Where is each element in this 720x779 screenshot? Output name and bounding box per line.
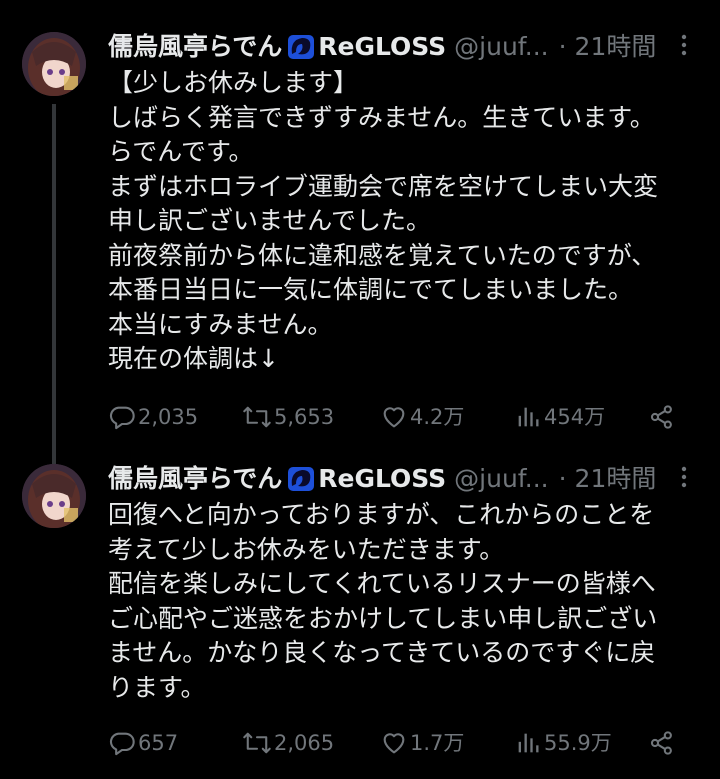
tweet-1[interactable]: 儒烏風亭らでん ReGLOSS @juuf... · 21時間 【少しお休みします】 … [0, 24, 720, 464]
views-button[interactable]: 55.9万 [514, 722, 612, 762]
share-button[interactable] [648, 722, 678, 762]
share-icon [650, 405, 672, 429]
tweet-text-line: 本番日当日に一気に体調にでてしまいました。 [108, 275, 634, 304]
retweet-count: 5,653 [274, 405, 335, 429]
like-button[interactable]: 1.7万 [380, 722, 464, 762]
retweet-button[interactable]: 2,065 [242, 722, 334, 762]
tweet-text-line: 本当にすみません。 [108, 309, 333, 339]
tweet-text-line: 回復へと向かっておりますが、これからのことを [108, 500, 655, 529]
tweet-text-line: まずはホロライブ運動会で席を空けてしまい大変 [108, 171, 659, 201]
like-button[interactable]: 4.2万 [380, 396, 464, 436]
heart-icon [383, 407, 405, 428]
affiliate-badge-icon[interactable] [284, 32, 316, 62]
views-button[interactable]: 454万 [514, 396, 605, 436]
retweet-button[interactable]: 5,653 [242, 396, 334, 436]
reply-button[interactable]: 2,035 [108, 396, 198, 436]
tweet-text: 【少しお休みします】 しばらく発言できずすみません。生きています。 らでんです。… [108, 66, 708, 377]
reply-count: 2,035 [138, 405, 199, 429]
affiliation-label[interactable]: ReGLOSS [318, 27, 446, 67]
reply-count: 657 [138, 731, 179, 755]
thread-connector-line [52, 104, 56, 464]
tweet-header: 儒烏風亭らでん ReGLOSS @juuf... · 21時間 [108, 458, 708, 498]
tweet-text: 回復へと向かっておりますが、これからのことを 考えて少しお休みをいただきます。 … [108, 498, 708, 705]
reply-button[interactable]: 657 [108, 722, 178, 762]
reply-icon [109, 732, 135, 756]
handle[interactable]: @juuf... [454, 27, 548, 67]
views-count: 55.9万 [544, 731, 612, 755]
tweet-text-line: 考えて少しお休みをいただきます。 [108, 534, 505, 564]
tweet-actions: 2,035 5,653 4.2万 454万 [108, 396, 688, 436]
retweet-icon [243, 732, 271, 754]
tweet-text-line: 配信を楽しみにしてくれているリスナーの皆様へ [108, 569, 656, 598]
tweet-text-line: 【少しお休みします】 [108, 68, 359, 97]
affiliate-badge-icon[interactable] [284, 464, 316, 494]
more-options-icon[interactable] [672, 30, 696, 60]
avatar[interactable] [22, 32, 86, 96]
tweet-text-line: しばらく発言できずすみません。生きています。 [108, 102, 655, 132]
views-bar-chart-icon [518, 407, 539, 427]
timestamp[interactable]: · 21時間 [559, 459, 657, 499]
tweet-header: 儒烏風亭らでん ReGLOSS @juuf... · 21時間 [108, 26, 708, 66]
like-count: 1.7万 [410, 731, 465, 755]
tweet-actions: 657 2,065 1.7万 55.9万 [108, 722, 688, 762]
handle[interactable]: @juuf... [454, 459, 548, 499]
display-name[interactable]: 儒烏風亭らでん [108, 27, 282, 67]
tweet-text-line: らでんです。 [108, 137, 254, 166]
more-options-icon[interactable] [672, 462, 696, 492]
tweet-text-line: ります。 [108, 672, 206, 702]
retweet-count: 2,065 [274, 731, 335, 755]
tweet-2[interactable]: 儒烏風亭らでん ReGLOSS @juuf... · 21時間 回復へと向かっておりま… [0, 456, 720, 776]
affiliation-label[interactable]: ReGLOSS [318, 459, 446, 499]
reply-icon [109, 406, 135, 430]
tweet-text-line: ご心配やご迷惑をおかけしてしまい申し訳ござい [108, 603, 658, 633]
timestamp[interactable]: · 21時間 [559, 27, 657, 67]
tweet-text-line: ません。かなり良くなってきているのですぐに戻 [108, 638, 656, 667]
heart-icon [383, 733, 405, 754]
tweet-text-line: 前夜祭前から体に違和感を覚えていたのですが、 [108, 240, 657, 270]
views-bar-chart-icon [518, 733, 539, 753]
tweet-text-line: 現在の体調は↓ [108, 344, 279, 373]
avatar[interactable] [22, 464, 86, 528]
retweet-icon [243, 406, 271, 428]
share-icon [650, 731, 672, 755]
like-count: 4.2万 [410, 405, 465, 429]
share-button[interactable] [648, 396, 678, 436]
views-count: 454万 [544, 405, 606, 429]
tweet-text-line: 申し訳ございませんでした。 [108, 206, 432, 235]
display-name[interactable]: 儒烏風亭らでん [108, 459, 282, 499]
